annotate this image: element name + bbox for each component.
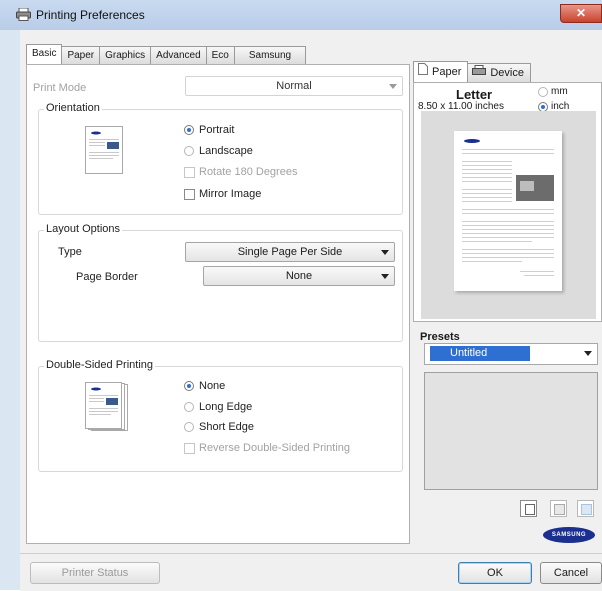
portrait-document-icon: [85, 126, 123, 177]
tab-preview-device-label: Device: [490, 67, 524, 79]
tab-paper[interactable]: Paper: [61, 46, 101, 64]
printer-status-button[interactable]: Printer Status: [30, 562, 160, 584]
chevron-down-icon: [584, 351, 592, 356]
landscape-radio[interactable]: [184, 146, 194, 156]
delete-preset-button[interactable]: [577, 500, 594, 517]
tab-advanced[interactable]: Advanced: [150, 46, 207, 64]
short-edge-radio[interactable]: [184, 422, 194, 432]
chevron-down-icon: [389, 84, 397, 89]
layout-type-dropdown[interactable]: Single Page Per Side: [185, 242, 395, 262]
mirror-image-checkbox[interactable]: [184, 189, 195, 200]
print-mode-label: Print Mode: [33, 82, 87, 94]
tab-eco[interactable]: Eco: [205, 46, 235, 64]
page-preview-image: [454, 131, 562, 291]
tab-preview-paper-label: Paper: [432, 66, 462, 78]
double-sided-legend: Double-Sided Printing: [44, 359, 156, 371]
paper-preview-panel: Letter 8.50 x 11.00 inches mm inch: [413, 82, 602, 322]
chevron-down-icon: [381, 250, 389, 255]
new-page-icon: [525, 504, 535, 515]
layout-type-label: Type: [58, 246, 82, 258]
portrait-radio[interactable]: [184, 125, 194, 135]
unit-mm-radio[interactable]: [538, 87, 548, 97]
layout-type-value: Single Page Per Side: [237, 246, 343, 258]
delete-icon: [581, 504, 592, 515]
page-preview-area: [421, 111, 596, 319]
paper-icon: [418, 63, 428, 81]
portrait-label: Portrait: [199, 124, 235, 136]
long-edge-radio[interactable]: [184, 402, 194, 412]
print-mode-dropdown[interactable]: Normal: [185, 76, 403, 96]
rotate-180-checkbox[interactable]: [184, 167, 195, 178]
samsung-logo: SAMSUNG: [543, 527, 595, 543]
duplex-document-icon: [85, 382, 129, 435]
save-preset-button[interactable]: [550, 500, 567, 517]
close-button[interactable]: ✕: [560, 4, 602, 23]
presets-list[interactable]: [424, 372, 598, 490]
main-tab-strip: Basic Paper Graphics Advanced Eco Samsun…: [26, 44, 307, 65]
title-bar: Printing Preferences ✕: [0, 0, 602, 30]
tab-preview-device[interactable]: Device: [467, 63, 531, 82]
orientation-legend: Orientation: [44, 102, 102, 114]
page-border-label: Page Border: [76, 271, 138, 283]
preview-tab-strip: Paper Device: [413, 61, 531, 82]
save-icon: [554, 504, 565, 515]
window-title: Printing Preferences: [36, 8, 145, 22]
ok-button[interactable]: OK: [458, 562, 532, 584]
chevron-down-icon: [381, 274, 389, 279]
page-border-dropdown[interactable]: None: [203, 266, 395, 286]
tab-preview-paper[interactable]: Paper: [413, 61, 469, 82]
rotate-180-label: Rotate 180 Degrees: [199, 166, 298, 178]
page-border-value: None: [285, 270, 313, 282]
reverse-duplex-label: Reverse Double-Sided Printing: [199, 442, 351, 454]
samsung-logo-text: SAMSUNG: [551, 532, 587, 538]
layout-options-legend: Layout Options: [44, 223, 122, 235]
paper-name: Letter: [456, 87, 493, 102]
device-icon: [472, 64, 487, 82]
reverse-duplex-checkbox[interactable]: [184, 443, 195, 454]
tab-basic[interactable]: Basic: [26, 44, 63, 64]
duplex-none-radio[interactable]: [184, 381, 194, 391]
tab-graphics[interactable]: Graphics: [99, 46, 152, 64]
duplex-none-label: None: [199, 380, 226, 392]
presets-dropdown[interactable]: Untitled: [424, 343, 598, 365]
new-preset-button[interactable]: [520, 500, 537, 517]
close-icon: ✕: [575, 6, 587, 20]
long-edge-label: Long Edge: [199, 401, 253, 413]
print-mode-value: Normal: [276, 80, 312, 92]
presets-title: Presets: [420, 331, 460, 343]
tab-samsung[interactable]: Samsung: [233, 46, 307, 64]
cancel-button[interactable]: Cancel: [540, 562, 602, 584]
mirror-image-label: Mirror Image: [199, 188, 262, 200]
unit-mm-label: mm: [551, 86, 568, 97]
printer-icon: [16, 7, 31, 21]
landscape-label: Landscape: [199, 145, 253, 157]
short-edge-label: Short Edge: [199, 421, 255, 433]
printing-preferences-window: Printing Preferences ✕ Basic Paper Graph…: [0, 0, 602, 591]
presets-selected: Untitled: [430, 346, 530, 361]
